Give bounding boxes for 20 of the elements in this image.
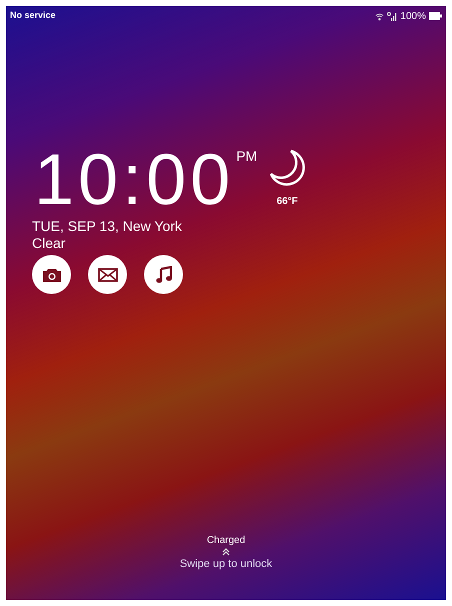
temperature-text: 66°F [276, 195, 298, 209]
camera-icon [42, 266, 62, 282]
music-note-icon [156, 266, 172, 284]
charge-status-text: Charged [206, 534, 246, 548]
carrier-text: No service [10, 9, 56, 22]
weather-condition-text: Clear [31, 235, 66, 252]
battery-icon [429, 12, 442, 20]
music-shortcut-button[interactable] [144, 255, 183, 294]
mail-shortcut-button[interactable] [88, 255, 127, 294]
double-chevron-icon [222, 548, 230, 556]
unlock-hint-text: Swipe up to unlock [180, 556, 272, 572]
clock-time: 10:00 [34, 144, 234, 216]
meridiem-text: PM [236, 147, 258, 166]
date-location-text: TUE, SEP 13, New York [31, 218, 183, 235]
camera-shortcut-button[interactable] [32, 255, 71, 294]
crescent-moon-icon [267, 148, 308, 188]
battery-percent: 100% [400, 10, 426, 24]
envelope-icon [98, 268, 118, 282]
signal-icon [387, 12, 398, 20]
wifi-icon [375, 12, 384, 20]
